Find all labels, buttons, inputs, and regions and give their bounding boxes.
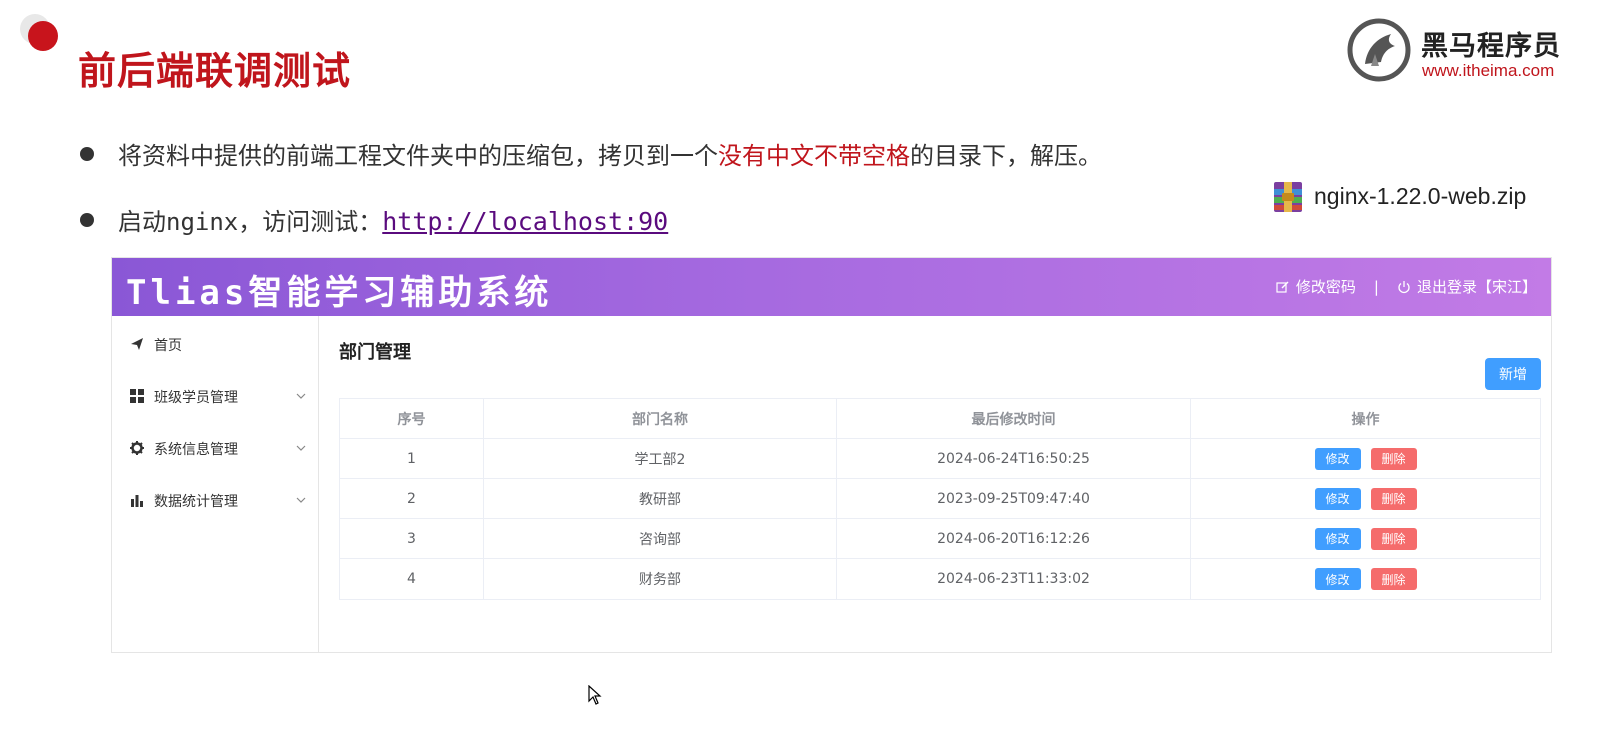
winrar-archive-icon (1274, 182, 1302, 212)
header-actions: 修改密码 | 退出登录【宋江】 (1276, 276, 1537, 297)
paper-plane-icon (131, 338, 143, 350)
horse-logo-icon (1347, 18, 1411, 82)
chevron-down-icon (296, 497, 306, 503)
chevron-down-icon (296, 393, 306, 399)
add-department-button[interactable]: 新增 (1485, 358, 1541, 390)
delete-button[interactable]: 删除 (1370, 487, 1417, 510)
sidebar-item-data-stats[interactable]: 数据统计管理 (130, 489, 306, 513)
column-header: 操作 (1351, 411, 1380, 428)
cell-updated-time: 2024-06-20T16:12:26 (837, 519, 1191, 558)
main-content: 部门管理 新增 序号 部门名称 最后修改时间 操作 1 学工部2 2024-06… (319, 316, 1551, 652)
cell-actions: 修改 删除 (1191, 519, 1540, 558)
edit-icon (1276, 281, 1289, 293)
bullet-copy-instructions: 将资料中提供的前端工程文件夹中的压缩包，拷贝到一个没有中文不带空格的目录下，解压… (80, 136, 1230, 172)
bullet-start-nginx: 启动nginx，访问测试：http://localhost:90 (80, 202, 780, 238)
table-row: 3 咨询部 2024-06-20T16:12:26 修改 删除 (340, 519, 1540, 559)
cell-actions: 修改 删除 (1191, 559, 1540, 599)
cell-department-name: 教研部 (484, 479, 837, 518)
edit-button[interactable]: 修改 (1314, 447, 1361, 470)
bullet-text: 的目录下，解压。 (910, 142, 1102, 170)
app-title: Tlias智能学习辅助系统 (126, 273, 553, 313)
sidebar-item-label: 数据统计管理 (154, 494, 238, 510)
grid-icon (130, 389, 144, 403)
cell-index: 3 (340, 519, 484, 558)
power-icon (1398, 280, 1410, 293)
table-row: 4 财务部 2024-06-23T11:33:02 修改 删除 (340, 559, 1540, 599)
gear-icon (130, 441, 144, 455)
mouse-cursor-icon (588, 685, 602, 705)
table-header-row: 序号 部门名称 最后修改时间 操作 (340, 399, 1540, 439)
bullet-dot (80, 147, 94, 161)
department-table: 序号 部门名称 最后修改时间 操作 1 学工部2 2024-06-24T16:5… (339, 398, 1541, 600)
bullet-text: ，访问测试： (238, 208, 383, 236)
cell-updated-time: 2024-06-24T16:50:25 (837, 439, 1191, 478)
cell-department-name: 咨询部 (484, 519, 837, 558)
cell-updated-time: 2024-06-23T11:33:02 (837, 559, 1191, 599)
tlias-app-window: Tlias智能学习辅助系统 修改密码 | 退出登录【宋江】 首页 班级学员管理 … (111, 257, 1552, 653)
sidebar-item-system-info[interactable]: 系统信息管理 (130, 437, 306, 461)
logo-name: 黑马程序员 (1421, 31, 1561, 62)
table-row: 1 学工部2 2024-06-24T16:50:25 修改 删除 (340, 439, 1540, 479)
logo-url: www.itheima.com (1422, 61, 1555, 80)
bullet-highlight: 没有中文不带空格 (718, 142, 910, 170)
brand-logo: 黑马程序员 www.itheima.com (1347, 16, 1587, 86)
column-header: 部门名称 (484, 399, 837, 438)
slide-title: 前后端联调测试 (78, 49, 352, 93)
cell-updated-time: 2023-09-25T09:47:40 (837, 479, 1191, 518)
zip-file-name: nginx-1.22.0-web.zip (1314, 183, 1527, 209)
zip-file[interactable]: nginx-1.22.0-web.zip (1272, 180, 1592, 214)
page-title: 部门管理 (339, 342, 411, 363)
sidebar-item-home[interactable]: 首页 (130, 333, 306, 357)
logout-link[interactable]: 退出登录【宋江】 (1417, 276, 1537, 297)
sidebar-item-label: 首页 (154, 338, 182, 354)
bar-chart-icon (131, 495, 143, 507)
edit-button[interactable]: 修改 (1314, 568, 1361, 590)
delete-button[interactable]: 删除 (1370, 447, 1417, 470)
cell-index: 4 (340, 559, 484, 599)
change-password-link[interactable]: 修改密码 (1296, 276, 1356, 297)
chevron-down-icon (296, 445, 306, 451)
cell-index: 1 (340, 439, 484, 478)
sidebar: 首页 班级学员管理 系统信息管理 数据统计管理 (112, 316, 319, 652)
bullet-text: 将资料中提供的前端工程文件夹中的压缩包，拷贝到一个 (118, 142, 718, 170)
cell-department-name: 财务部 (484, 559, 837, 599)
cell-actions: 修改 删除 (1191, 479, 1540, 518)
edit-button[interactable]: 修改 (1314, 487, 1361, 510)
sidebar-item-label: 班级学员管理 (154, 390, 238, 406)
cell-index: 2 (340, 479, 484, 518)
title-dot (28, 21, 58, 51)
sidebar-item-label: 系统信息管理 (154, 442, 238, 458)
cell-department-name: 学工部2 (484, 439, 837, 478)
delete-button[interactable]: 删除 (1370, 568, 1417, 590)
bullet-dot (80, 213, 94, 227)
bullet-code: nginx (166, 208, 239, 236)
column-header: 序号 (340, 399, 484, 438)
table-row: 2 教研部 2023-09-25T09:47:40 修改 删除 (340, 479, 1540, 519)
sidebar-item-class-students[interactable]: 班级学员管理 (130, 385, 306, 409)
delete-button[interactable]: 删除 (1370, 527, 1417, 550)
app-header: Tlias智能学习辅助系统 修改密码 | 退出登录【宋江】 (112, 258, 1551, 316)
header-separator: | (1373, 277, 1379, 296)
bullet-text: 启动 (118, 208, 166, 236)
column-header: 最后修改时间 (837, 399, 1191, 438)
edit-button[interactable]: 修改 (1314, 527, 1361, 550)
localhost-link[interactable]: http://localhost:90 (382, 207, 668, 236)
cell-actions: 修改 删除 (1191, 439, 1540, 478)
